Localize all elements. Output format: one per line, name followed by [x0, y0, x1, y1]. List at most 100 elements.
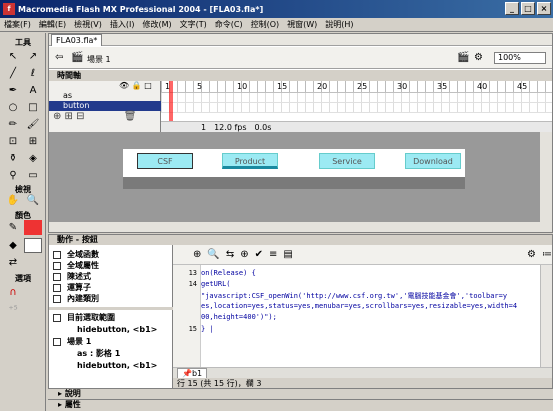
stage-horizontal-scrollbar[interactable]	[49, 222, 540, 232]
maximize-button[interactable]: □	[521, 2, 535, 15]
title-bar: f Macromedia Flash MX Professional 2004 …	[0, 0, 553, 18]
category-item[interactable]: 全域屬性	[53, 261, 169, 271]
zoom-select[interactable]: 100%	[494, 52, 546, 64]
tools-panel: 工具 ↖ ↗ ╱ ℓ ✒ A ○ □ ✏ 🖌 ⊡ ⊞ ⚱ ◈ ⚲ ▭ 檢視 ✋ …	[0, 33, 46, 411]
text-icon[interactable]: A	[24, 83, 42, 98]
back-arrow-icon[interactable]: ⇦	[55, 52, 63, 63]
auto-format-icon[interactable]: ≡	[269, 249, 277, 260]
fill-color-icon[interactable]: ◆	[4, 238, 22, 253]
line-icon[interactable]: ╱	[4, 66, 22, 81]
nav-button-download[interactable]: Download	[405, 153, 461, 169]
menu-edit[interactable]: 編輯(E)	[39, 19, 66, 30]
eraser-icon[interactable]: ▭	[24, 168, 42, 183]
find-icon[interactable]: 🔍	[207, 249, 219, 260]
target-icon[interactable]: ⊕	[240, 249, 248, 260]
arrow-icon[interactable]: ↖	[4, 49, 22, 64]
replace-icon[interactable]: ⇆	[226, 249, 234, 260]
smooth-icon[interactable]: ⁺⁵	[4, 303, 22, 318]
eyedropper-icon[interactable]: ⚲	[4, 168, 22, 183]
fill-transform-icon[interactable]: ⊞	[24, 134, 42, 149]
frame-ruler[interactable]: 1 5 10 15 20 25 30 35 40 45	[161, 81, 552, 93]
code-vertical-scrollbar[interactable]	[540, 265, 552, 367]
frame-number: 20	[317, 82, 328, 91]
menu-control[interactable]: 控制(O)	[251, 19, 280, 30]
menu-text[interactable]: 文字(T)	[180, 19, 207, 30]
rectangle-icon[interactable]: □	[24, 100, 42, 115]
nav-button-service[interactable]: Service	[319, 153, 375, 169]
layers-list: 👁 🔒 □ as button ⊕ ⊞ ⊟ 🗑	[49, 81, 161, 132]
close-button[interactable]: ×	[537, 2, 551, 15]
tree-item[interactable]: 場景 1	[53, 337, 169, 347]
category-item[interactable]: 運算子	[53, 283, 169, 293]
check-syntax-icon[interactable]: ✔	[255, 249, 263, 260]
oval-icon[interactable]: ○	[4, 100, 22, 115]
stroke-color-icon[interactable]: ✎	[4, 220, 22, 235]
code-editor[interactable]: 13 on(Release) { 14 getURL( "javascript:…	[173, 265, 540, 367]
transform-icon[interactable]: ⊡	[4, 134, 22, 149]
help-panel-label: 說明	[64, 389, 81, 398]
fill-swatch[interactable]	[24, 238, 42, 253]
ink-bottle-icon[interactable]: ⚱	[4, 151, 22, 166]
paint-bucket-icon[interactable]: ◈	[24, 151, 42, 166]
minimize-button[interactable]: _	[505, 2, 519, 15]
code-line[interactable]: es,location=yes,status=yes,menubar=yes,s…	[201, 302, 539, 310]
code-hint-icon[interactable]: ▤	[283, 249, 292, 260]
hand-icon[interactable]: ✋	[4, 193, 22, 208]
options-icon[interactable]: ≔	[542, 249, 552, 260]
reference-icon[interactable]: ⚙	[527, 249, 536, 260]
expand-arrow-icon: ▸	[58, 389, 65, 398]
document-tab[interactable]: FLA03.fla*	[51, 34, 103, 46]
add-action-icon[interactable]: ⊕	[193, 249, 201, 260]
frame-row[interactable]	[161, 103, 552, 113]
lasso-icon[interactable]: ℓ	[24, 66, 42, 81]
actions-panel: 動作 - 按鈕 全域函數 全域屬性 陳述式 運算子 內建類別 目前選取範圍 hi…	[48, 234, 553, 389]
tree-item[interactable]: 目前選取範圍	[53, 313, 169, 323]
menu-file[interactable]: 檔案(F)	[4, 19, 31, 30]
nav-button-product[interactable]: Product	[222, 153, 278, 169]
pencil-icon[interactable]: ✏	[4, 117, 22, 132]
frame-row[interactable]	[161, 93, 552, 103]
code-line[interactable]: } |	[201, 325, 539, 333]
swap-colors-icon[interactable]: ⇄	[4, 255, 22, 270]
snap-magnet-icon[interactable]: ∩	[4, 285, 22, 300]
stroke-swatch[interactable]	[24, 220, 42, 235]
menu-window[interactable]: 視窗(W)	[287, 19, 317, 30]
menu-commands[interactable]: 命令(C)	[215, 19, 243, 30]
layer-row-selected[interactable]: button	[49, 101, 161, 111]
outline-icon[interactable]: □	[144, 81, 152, 90]
pen-icon[interactable]: ✒	[4, 83, 22, 98]
category-item[interactable]: 全域函數	[53, 250, 169, 260]
brush-icon[interactable]: 🖌	[24, 117, 42, 132]
code-line[interactable]: getURL(	[201, 280, 539, 288]
code-line[interactable]: 00,height=400')");	[201, 313, 539, 321]
document-header: FLA03.fla*	[49, 34, 552, 46]
properties-panel-header[interactable]: ▸ 屬性	[48, 399, 553, 411]
menu-insert[interactable]: 插入(I)	[110, 19, 135, 30]
edit-symbol-icon[interactable]: ⚙	[474, 52, 483, 63]
category-item[interactable]: 陳述式	[53, 272, 169, 282]
trash-icon[interactable]: 🗑	[124, 111, 137, 122]
eye-icon[interactable]: 👁	[119, 81, 129, 90]
stage-vertical-scrollbar[interactable]	[540, 132, 552, 232]
layer-header-icons: 👁 🔒 □	[49, 81, 161, 91]
menu-modify[interactable]: 修改(M)	[142, 19, 171, 30]
tree-label: 目前選取範圍	[67, 313, 115, 322]
pane-splitter[interactable]	[49, 307, 173, 310]
script-tab-label: b1	[191, 369, 203, 378]
subselect-icon[interactable]: ↗	[24, 49, 42, 64]
layer-row[interactable]: as	[49, 91, 161, 101]
menu-view[interactable]: 檢視(V)	[74, 19, 102, 30]
timeline-header[interactable]: 時間軸	[49, 70, 552, 81]
edit-scene-icon[interactable]: 🎬	[457, 52, 469, 63]
category-item[interactable]: 內建類別	[53, 294, 169, 304]
code-line[interactable]: on(Release) {	[201, 269, 539, 277]
menu-help[interactable]: 說明(H)	[325, 19, 353, 30]
add-layer-icon[interactable]: ⊕ ⊞ ⊟ 🗑	[53, 111, 136, 122]
actions-header[interactable]: 動作 - 按鈕	[49, 235, 552, 245]
zoom-icon[interactable]: 🔍	[24, 193, 42, 208]
tree-label: as : 影格 1	[77, 349, 121, 358]
help-panel-header[interactable]: ▸ 說明	[48, 388, 553, 399]
lock-icon[interactable]: 🔒	[132, 81, 142, 90]
code-line[interactable]: "javascript:CSF_openWin('http://www.csf.…	[201, 291, 539, 301]
nav-button-csf[interactable]: CSF	[137, 153, 193, 169]
